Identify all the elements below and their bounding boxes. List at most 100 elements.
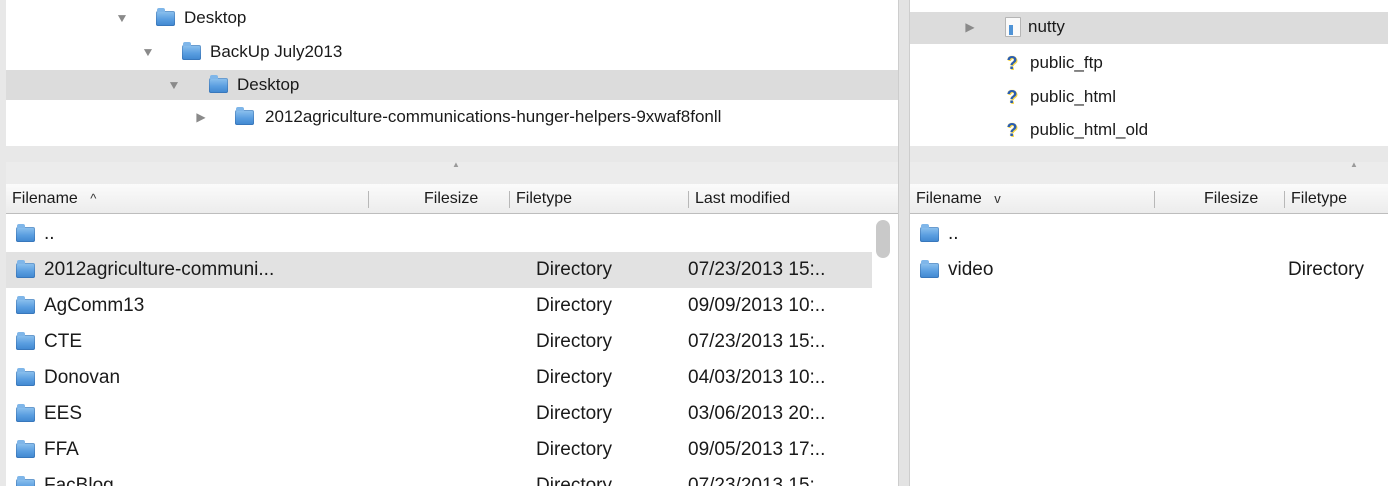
tree-node-label: 2012agriculture-communications-hunger-he… [265,107,722,126]
file-modified: 07/23/2013 15:.. [688,475,826,486]
folder-icon [16,368,35,386]
column-header-filename[interactable]: Filename ^ [6,184,368,214]
file-name: Donovan [44,367,121,388]
file-name: .. [44,223,55,244]
tree-node-public-ftp[interactable]: ? public_ftp [910,48,1388,78]
tree-node-desktop-selected[interactable]: ▼ Desktop [6,70,898,100]
column-header-row: Filename ^ Filesize Filetype Last modifi… [6,184,898,214]
vertical-scrollbar-thumb[interactable] [876,220,890,258]
list-item[interactable]: EES Directory 03/06/2013 20:.. [6,396,872,432]
local-file-list[interactable]: Filename ^ Filesize Filetype Last modifi… [6,184,898,486]
collapsed-triangle-icon[interactable]: ▶ [193,102,209,132]
column-separator[interactable] [368,191,369,208]
file-icon [1005,17,1021,37]
list-item[interactable]: video Directory [910,252,1388,288]
remote-directory-tree[interactable]: ▶ nutty ? public_ftp ? public_html ? pub… [910,0,1388,146]
column-header-filesize[interactable]: Filesize [418,184,508,214]
file-modified: 07/23/2013 15:.. [688,331,826,352]
folder-icon [182,42,201,60]
question-icon: ? [1006,120,1018,140]
folder-icon [16,224,35,242]
tree-node-label: public_html [1030,87,1116,106]
file-type: Directory [536,403,613,424]
splitter-grip-icon: ▲ [452,160,460,169]
header-label: Filetype [516,190,573,207]
tree-node-desktop[interactable]: ▼ Desktop [6,3,898,33]
expanded-triangle-icon[interactable]: ▼ [113,3,131,33]
folder-icon [209,75,228,93]
file-type: Directory [536,295,613,316]
file-name: AgComm13 [44,295,145,316]
list-item[interactable]: AgComm13 Directory 09/09/2013 10:.. [6,288,872,324]
tree-node-label: BackUp July2013 [210,42,343,61]
sort-ascending-icon: ^ [90,191,97,206]
file-name: 2012agriculture-communi... [44,259,275,280]
tree-node-label: Desktop [184,8,247,27]
column-header-filesize[interactable]: Filesize [1198,184,1288,214]
tree-node-public-html[interactable]: ? public_html [910,82,1388,112]
question-icon: ? [1006,87,1018,107]
list-item-parent[interactable]: .. [6,216,872,252]
remote-file-list[interactable]: Filename v Filesize Filetype .. video Di… [910,184,1388,486]
column-header-filename[interactable]: Filename v [910,184,1154,214]
file-name: EES [44,403,83,424]
expanded-triangle-icon[interactable]: ▼ [165,70,183,100]
expanded-triangle-icon[interactable]: ▼ [139,37,157,67]
header-label: Filename [12,190,78,207]
list-item[interactable]: Donovan Directory 04/03/2013 10:.. [6,360,872,396]
tree-node-nutty[interactable]: ▶ nutty [910,12,1388,44]
header-label: Filetype [1291,190,1348,207]
file-type: Directory [536,367,613,388]
question-icon: ? [1006,53,1018,73]
splitter-grip-icon: ▲ [1350,160,1358,169]
list-item[interactable]: FFA Directory 09/05/2013 17:.. [6,432,872,468]
list-item[interactable]: CTE Directory 07/23/2013 15:.. [6,324,872,360]
header-label: Filesize [1204,190,1259,207]
folder-icon [16,476,35,486]
file-modified: 09/05/2013 17:.. [688,439,826,460]
tree-node-label: public_html_old [1030,120,1149,139]
file-type: Directory [536,259,613,280]
column-header-filetype[interactable]: Filetype [1285,184,1388,214]
column-header-filetype[interactable]: Filetype [510,184,688,214]
tree-node-backup[interactable]: ▼ BackUp July2013 [6,37,898,67]
column-header-last-modified[interactable]: Last modified [689,184,879,214]
column-separator[interactable] [1154,191,1155,208]
file-modified: 03/06/2013 20:.. [688,403,826,424]
folder-icon [16,404,35,422]
folder-icon [16,296,35,314]
folder-icon [920,224,939,242]
file-modified: 07/23/2013 15:.. [688,259,826,280]
file-name: FFA [44,439,79,460]
column-header-row: Filename v Filesize Filetype [910,184,1388,214]
file-type: Directory [536,331,613,352]
horizontal-splitter[interactable]: ▲ [6,160,898,186]
file-name: .. [948,223,959,244]
tree-node-2012agriculture[interactable]: ▶ 2012agriculture-communications-hunger-… [6,102,898,132]
folder-icon [920,260,939,278]
tree-node-label: nutty [1028,17,1065,36]
list-item[interactable]: 2012agriculture-communi... Directory 07/… [6,252,872,288]
sort-descending-icon: v [994,191,1001,206]
tree-node-label: Desktop [237,75,300,94]
list-item[interactable]: FacBlog Directory 07/23/2013 15:.. [6,468,872,486]
file-type: Directory [1288,259,1365,280]
file-modified: 09/09/2013 10:.. [688,295,826,316]
file-modified: 04/03/2013 10:.. [688,367,826,388]
file-type: Directory [536,439,613,460]
folder-icon [16,260,35,278]
folder-icon [16,440,35,458]
header-label: Filesize [424,190,479,207]
file-type: Directory [536,475,613,486]
folder-icon [235,107,254,125]
header-label: Filename [916,190,982,207]
pane-divider[interactable] [898,0,910,486]
tree-node-public-html-old[interactable]: ? public_html_old [910,115,1388,145]
collapsed-triangle-icon[interactable]: ▶ [962,12,978,42]
folder-icon [16,332,35,350]
local-directory-tree[interactable]: ▼ Desktop ▼ BackUp July2013 ▼ Desktop ▶ … [6,0,898,146]
file-name: video [948,259,994,280]
horizontal-splitter[interactable]: ▲ [910,160,1388,186]
list-item-parent[interactable]: .. [910,216,1388,252]
file-name: CTE [44,331,82,352]
